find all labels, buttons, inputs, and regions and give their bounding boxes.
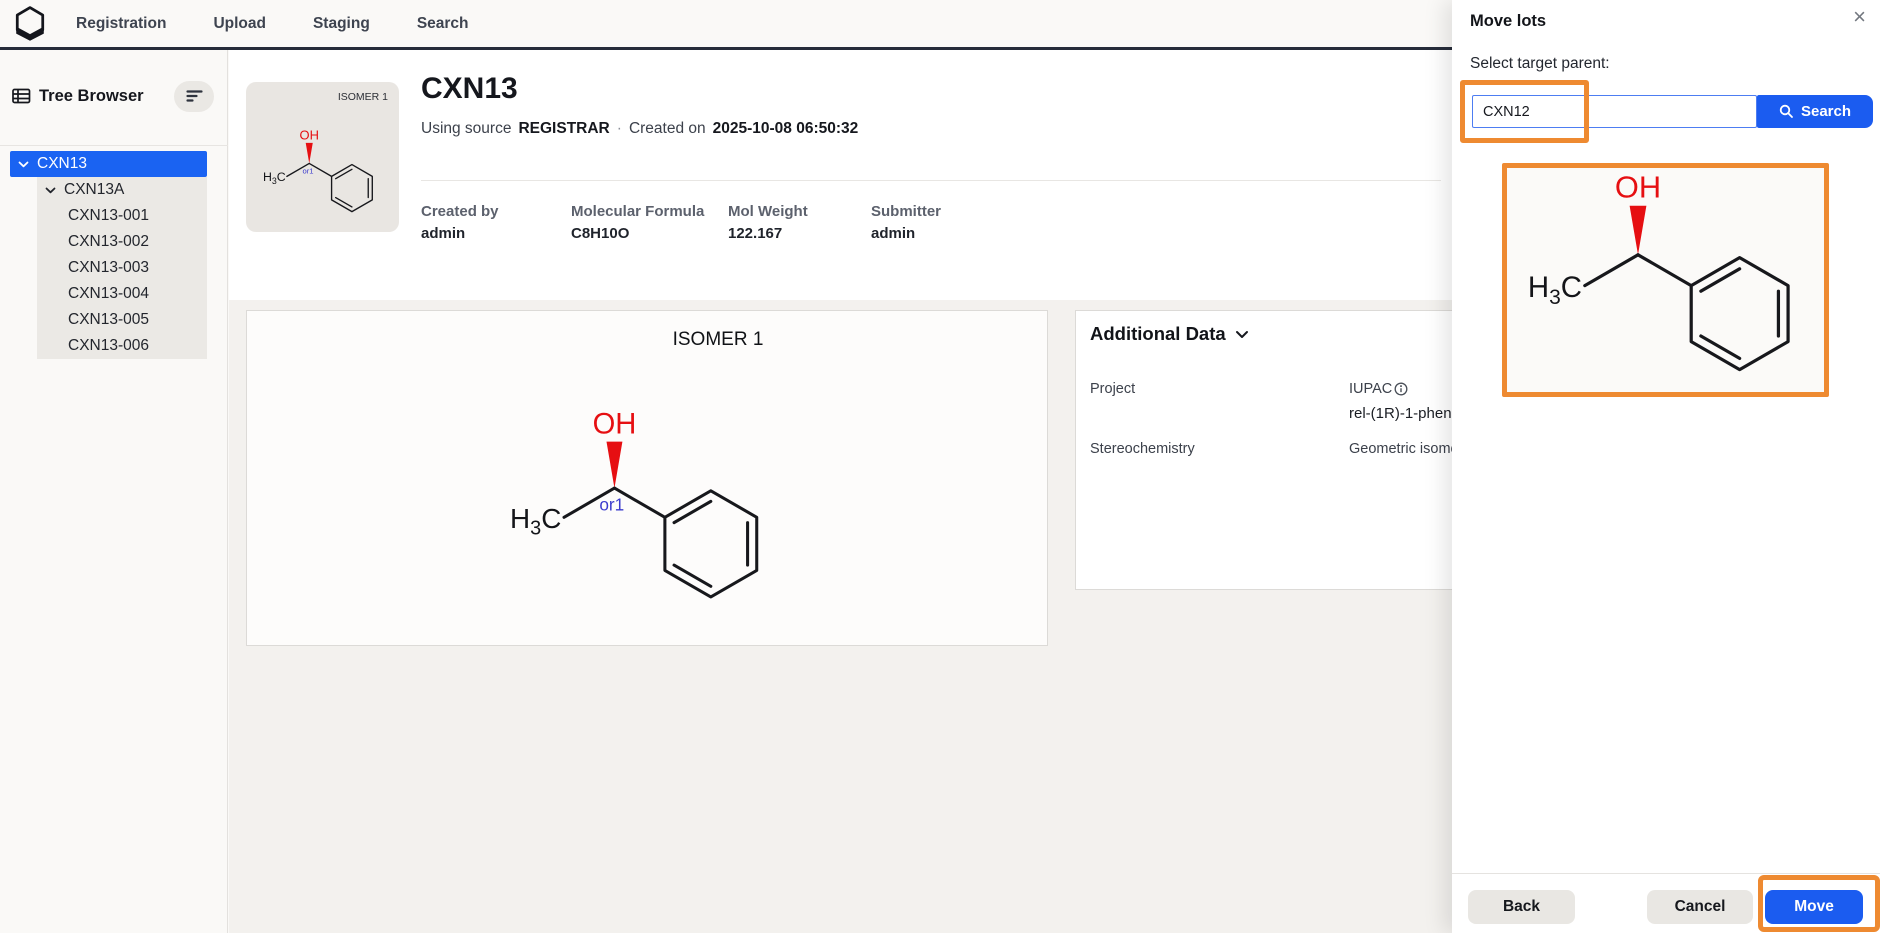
main-structure: [495, 399, 787, 625]
cancel-button[interactable]: Cancel: [1647, 890, 1753, 924]
tree-node-lot[interactable]: CXN13-005: [37, 307, 207, 333]
dot-separator: ·: [617, 120, 622, 138]
field-label-stereochemistry: Stereochemistry: [1090, 441, 1349, 457]
tree-node-label: CXN13: [37, 155, 87, 173]
tree-sort-button[interactable]: [174, 81, 214, 112]
additional-data-header[interactable]: Additional Data: [1090, 323, 1249, 345]
detail-value: admin: [421, 225, 571, 242]
move-button[interactable]: Move: [1765, 890, 1863, 924]
tree-node-label: CXN13A: [64, 181, 124, 199]
detail-created-by: Created by admin: [421, 203, 571, 242]
target-parent-search-input[interactable]: [1472, 95, 1757, 128]
nav-item-registration[interactable]: Registration: [76, 15, 166, 33]
thumbnail-isomer-label: ISOMER 1: [338, 91, 388, 103]
detail-submitter: Submitter admin: [871, 203, 1021, 242]
compound-id-title: CXN13: [421, 72, 518, 106]
dialog-structure-preview: [1512, 161, 1820, 399]
detail-label: Submitter: [871, 203, 1021, 220]
nav-menu: Registration Upload Staging Search: [76, 15, 469, 33]
nav-item-staging[interactable]: Staging: [313, 15, 370, 33]
search-button-label: Search: [1801, 103, 1851, 120]
tree-node-label: CXN13-004: [68, 285, 149, 303]
additional-data-title: Additional Data: [1090, 323, 1226, 345]
detail-mol-weight: Mol Weight 122.167: [728, 203, 871, 242]
tree-node-label: CXN13-001: [68, 207, 149, 225]
nav-item-search[interactable]: Search: [417, 15, 469, 33]
close-icon[interactable]: ×: [1853, 6, 1866, 28]
detail-label: Mol Weight: [728, 203, 871, 220]
annotation-box-structure: [1502, 163, 1829, 397]
tree-node-lot[interactable]: CXN13-001: [37, 203, 207, 229]
compound-details: Created by admin Molecular Formula C8H10…: [421, 203, 1021, 242]
dialog-title: Move lots: [1470, 12, 1546, 31]
chevron-down-icon: [45, 187, 56, 194]
search-button[interactable]: Search: [1757, 95, 1873, 128]
nav-item-upload[interactable]: Upload: [213, 15, 266, 33]
created-on-label: Created on: [629, 120, 706, 138]
tree-browser-icon: [12, 88, 31, 104]
detail-molecular-formula: Molecular Formula C8H10O: [571, 203, 728, 242]
header-divider: [421, 180, 1441, 181]
tree-browser-header: Tree Browser: [0, 78, 228, 114]
info-icon[interactable]: [1394, 382, 1408, 396]
tree-subtree: CXN13A CXN13-001 CXN13-002 CXN13-003 CXN…: [37, 177, 207, 359]
move-lots-dialog: Move lots × Select target parent: Search…: [1452, 0, 1880, 933]
detail-value: C8H10O: [571, 225, 728, 242]
app-root: Registration Upload Staging Search Tree …: [0, 0, 1880, 933]
detail-value: 122.167: [728, 225, 871, 242]
thumbnail-structure: [256, 124, 386, 224]
compound-header: ISOMER 1 CXN13 Using source REGISTRAR · …: [229, 50, 1452, 300]
compound-thumbnail[interactable]: ISOMER 1: [246, 82, 399, 232]
sort-icon: [186, 89, 203, 103]
detail-label: Created by: [421, 203, 571, 220]
compound-tree: CXN13 CXN13A CXN13-001 CXN13-002 CXN13-0…: [0, 151, 228, 359]
app-logo-icon[interactable]: [14, 6, 48, 42]
dialog-footer-divider: [1452, 873, 1880, 874]
tree-node-cxn13[interactable]: CXN13: [10, 151, 207, 177]
field-label-project: Project: [1090, 381, 1349, 422]
detail-value: admin: [871, 225, 1021, 242]
search-icon: [1779, 104, 1794, 119]
tree-node-label: CXN13-006: [68, 337, 149, 355]
tree-node-label: CXN13-003: [68, 259, 149, 277]
tree-node-label: CXN13-005: [68, 311, 149, 329]
tree-node-label: CXN13-002: [68, 233, 149, 251]
structure-card: ISOMER 1: [246, 310, 1048, 646]
back-button[interactable]: Back: [1468, 890, 1575, 924]
detail-label: Molecular Formula: [571, 203, 728, 220]
main-content: ISOMER 1 CXN13 Using source REGISTRAR · …: [229, 50, 1452, 933]
tree-node-lot[interactable]: CXN13-003: [37, 255, 207, 281]
tree-node-cxn13a[interactable]: CXN13A: [37, 177, 207, 203]
tree-browser-sidebar: Tree Browser CXN13: [0, 50, 228, 933]
sidebar-divider: [0, 145, 228, 146]
compound-subline: Using source REGISTRAR · Created on 2025…: [421, 120, 858, 138]
tree-node-lot[interactable]: CXN13-002: [37, 229, 207, 255]
created-on-value: 2025-10-08 06:50:32: [713, 120, 859, 138]
select-target-parent-label: Select target parent:: [1470, 55, 1610, 73]
using-source-label: Using source: [421, 120, 511, 138]
iupac-label: IUPAC: [1349, 381, 1392, 397]
tree-node-lot[interactable]: CXN13-006: [37, 333, 207, 359]
structure-card-title: ISOMER 1: [247, 329, 1047, 351]
chevron-down-icon: [18, 161, 29, 168]
tree-browser-title: Tree Browser: [39, 87, 174, 106]
source-value: REGISTRAR: [518, 120, 609, 138]
chevron-down-icon: [1235, 330, 1249, 339]
tree-node-lot[interactable]: CXN13-004: [37, 281, 207, 307]
